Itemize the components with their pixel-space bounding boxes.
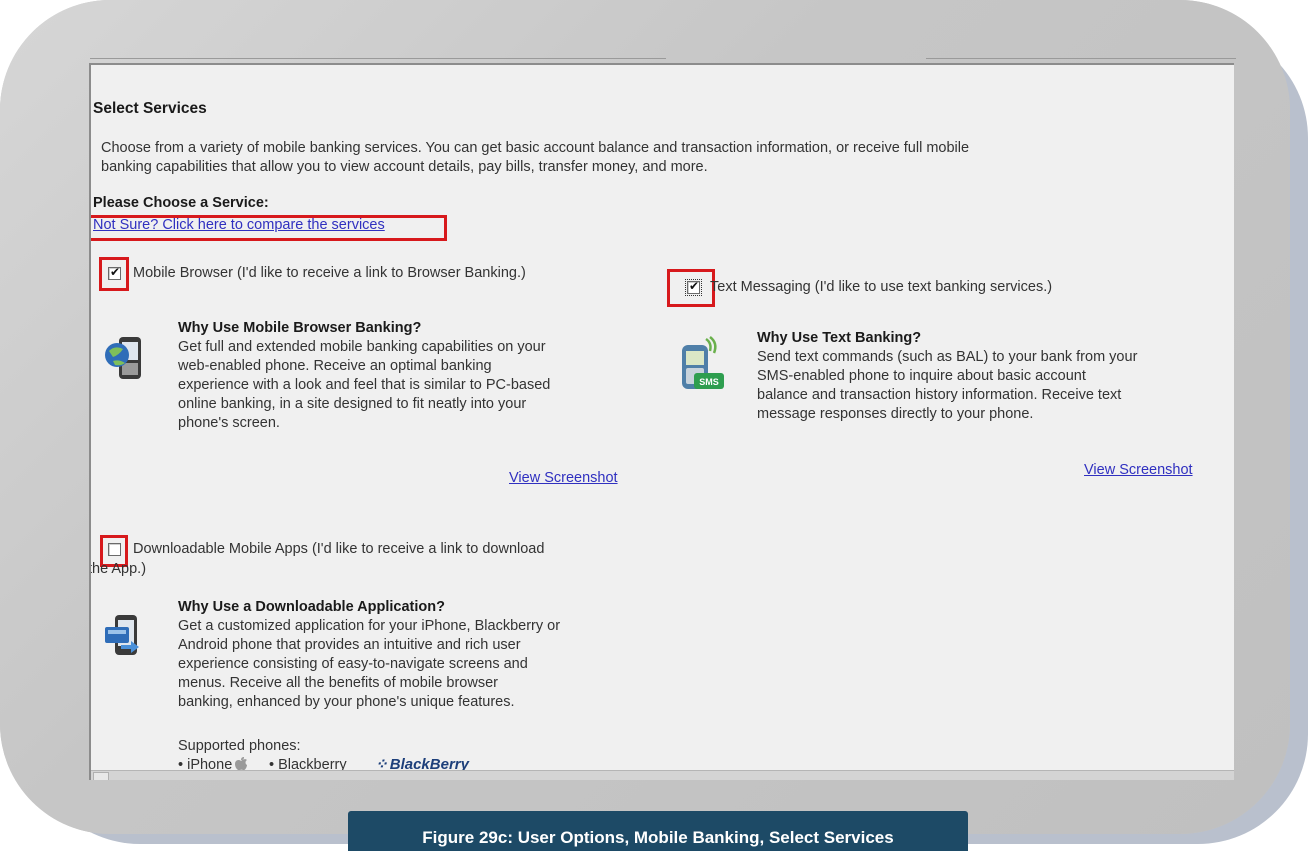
top-divider-left (90, 58, 666, 59)
mobile-browser-icon (105, 337, 141, 379)
sms-phone-icon: SMS (682, 336, 724, 389)
text-desc-line-3: balance and transaction history informat… (757, 387, 1122, 403)
browser-desc-line-4: online banking, in a site designed to fi… (178, 396, 527, 412)
apps-desc-line-1: Get a customized application for your iP… (178, 618, 561, 634)
apps-desc-line-2: Android phone that provides an intuitive… (178, 637, 521, 653)
apps-desc-line-5: banking, enhanced by your phone's unique… (178, 694, 515, 710)
supported-phones-label: Supported phones: (178, 738, 301, 754)
apps-desc-line-3: experience consisting of easy-to-navigat… (178, 656, 528, 672)
scroll-left-button[interactable] (93, 772, 109, 780)
text-checkbox-highlight (667, 269, 715, 307)
intro-text-line-2: banking capabilities that allow you to v… (101, 159, 708, 175)
browser-heading: Why Use Mobile Browser Banking? (178, 320, 422, 336)
apps-desc-line-4: menus. Receive all the benefits of mobil… (178, 675, 498, 691)
downloadable-apps-label-line-2: the App.) (89, 561, 147, 577)
mobile-browser-label: Mobile Browser (I'd like to receive a li… (133, 265, 526, 281)
compare-link-highlight (91, 215, 447, 241)
section-title: Select Services (93, 100, 207, 117)
browser-desc-line-5: phone's screen. (178, 415, 280, 431)
horizontal-scrollbar[interactable] (91, 770, 1234, 780)
text-desc-line-1: Send text commands (such as BAL) to your… (757, 349, 1138, 365)
browser-view-screenshot-link[interactable]: View Screenshot (509, 469, 618, 488)
text-desc-line-2: SMS-enabled phone to inquire about basic… (757, 368, 1086, 384)
text-heading: Why Use Text Banking? (757, 330, 922, 346)
apps-heading: Why Use a Downloadable Application? (178, 599, 445, 615)
sms-badge-text: SMS (699, 377, 719, 387)
intro-text-line-1: Choose from a variety of mobile banking … (101, 140, 970, 156)
text-desc-line-4: message responses directly to your phone… (757, 406, 1034, 422)
browser-desc-line-3: experience with a look and feel that is … (178, 377, 551, 393)
screenshot-frame: Select Services Choose from a variety of… (0, 0, 1290, 834)
top-divider-right (926, 58, 1236, 59)
downloadable-apps-label-line-1: Downloadable Mobile Apps (I'd like to re… (133, 541, 545, 557)
downloadable-app-icon (105, 615, 139, 655)
figure-caption: Figure 29c: User Options, Mobile Banking… (348, 811, 968, 851)
choose-service-label: Please Choose a Service: (93, 195, 269, 211)
browser-desc-line-1: Get full and extended mobile banking cap… (178, 339, 546, 355)
browser-checkbox-highlight (99, 257, 129, 291)
select-services-panel: Select Services Choose from a variety of… (89, 63, 1234, 780)
browser-desc-line-2: web-enabled phone. Receive an optimal ba… (178, 358, 492, 374)
text-view-screenshot-link[interactable]: View Screenshot (1084, 461, 1193, 480)
text-messaging-label: Text Messaging (I'd like to use text ban… (710, 279, 1053, 295)
